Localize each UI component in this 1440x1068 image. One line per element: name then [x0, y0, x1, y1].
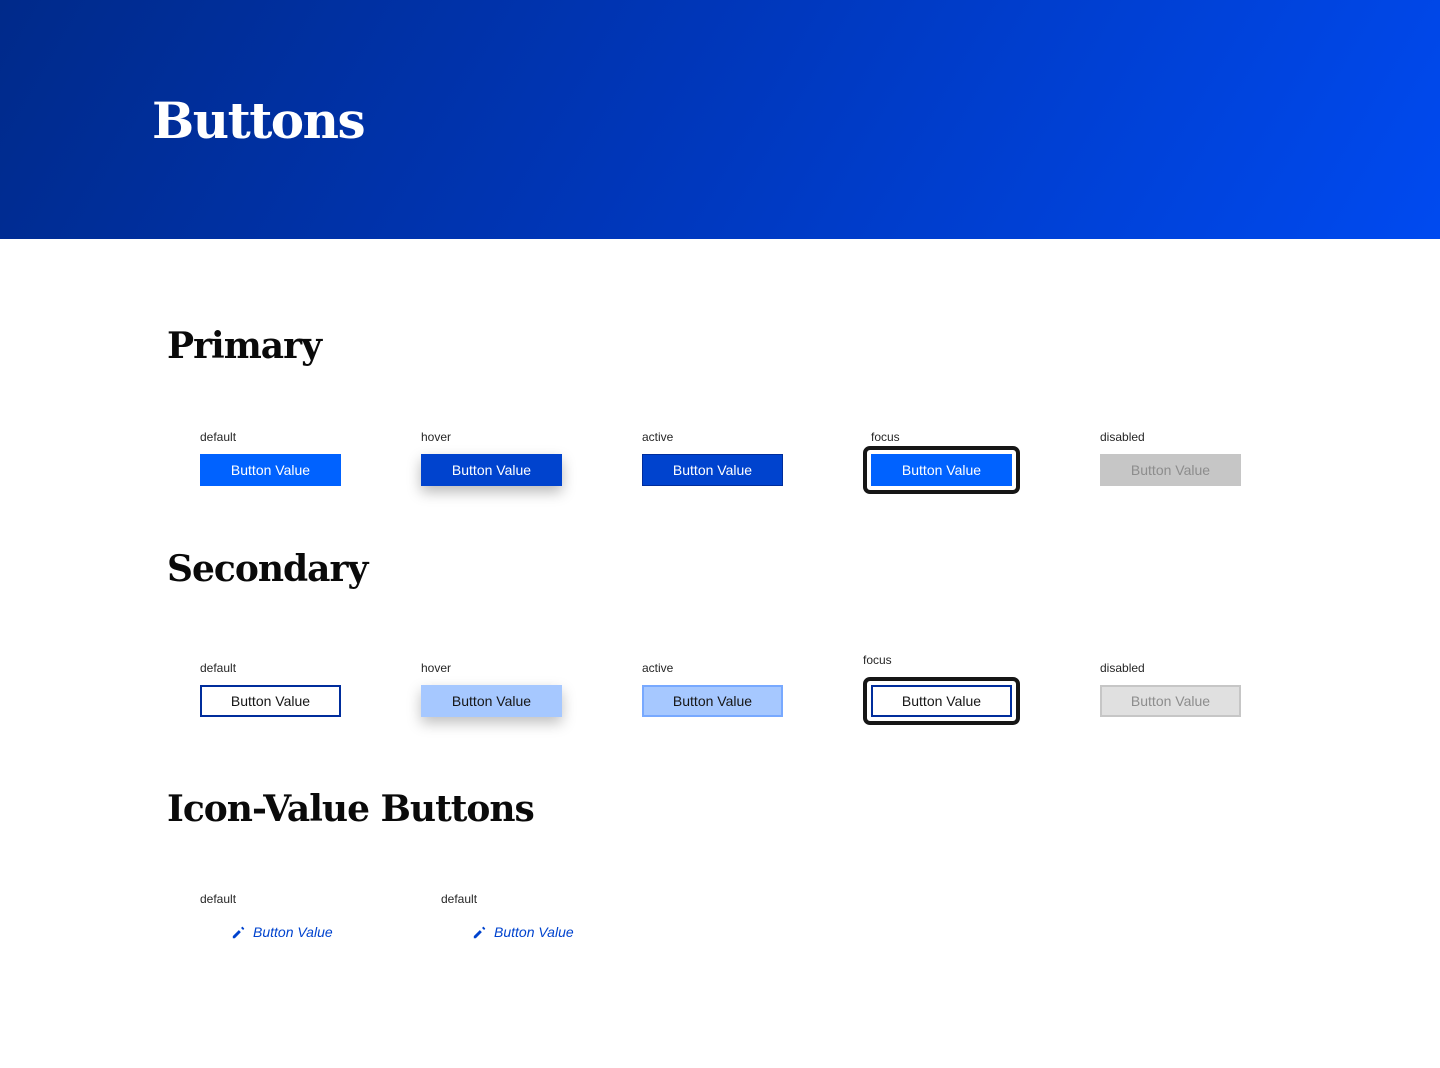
primary-button-hover[interactable]: Button Value: [421, 454, 562, 486]
state-label-hover: hover: [421, 430, 452, 444]
primary-button-active[interactable]: Button Value: [642, 454, 783, 486]
pencil-icon: [473, 926, 486, 939]
section-title-primary: Primary: [167, 325, 322, 367]
icon-value-button-label: Button Value: [494, 924, 574, 940]
focus-ring: Button Value: [863, 677, 1020, 725]
focus-ring: Button Value: [863, 446, 1020, 494]
state-label-default: default: [200, 892, 237, 906]
section-title-secondary: Secondary: [167, 548, 368, 590]
secondary-button-hover[interactable]: Button Value: [421, 685, 562, 717]
section-title-icon-value: Icon-Value Buttons: [167, 788, 535, 830]
secondary-button-active[interactable]: Button Value: [642, 685, 783, 717]
hero-banner: Buttons: [0, 0, 1440, 239]
state-label-active: active: [642, 661, 674, 675]
state-label-default: default: [200, 430, 237, 444]
state-label-disabled: disabled: [1100, 661, 1145, 675]
state-label-disabled: disabled: [1100, 430, 1145, 444]
page-title: Buttons: [152, 91, 366, 150]
primary-button-focus[interactable]: Button Value: [871, 454, 1012, 486]
state-label-default: default: [441, 892, 478, 906]
icon-value-button[interactable]: Button Value: [473, 920, 574, 944]
state-label-active: active: [642, 430, 674, 444]
secondary-button-default[interactable]: Button Value: [200, 685, 341, 717]
icon-value-button-label: Button Value: [253, 924, 333, 940]
primary-button-default[interactable]: Button Value: [200, 454, 341, 486]
state-label-focus: focus: [871, 430, 900, 444]
icon-value-button[interactable]: Button Value: [232, 920, 333, 944]
secondary-button-disabled: Button Value: [1100, 685, 1241, 717]
pencil-icon: [232, 926, 245, 939]
state-label-focus: focus: [863, 653, 892, 667]
state-label-default: default: [200, 661, 237, 675]
state-label-hover: hover: [421, 661, 452, 675]
primary-button-disabled: Button Value: [1100, 454, 1241, 486]
secondary-button-focus[interactable]: Button Value: [871, 685, 1012, 717]
